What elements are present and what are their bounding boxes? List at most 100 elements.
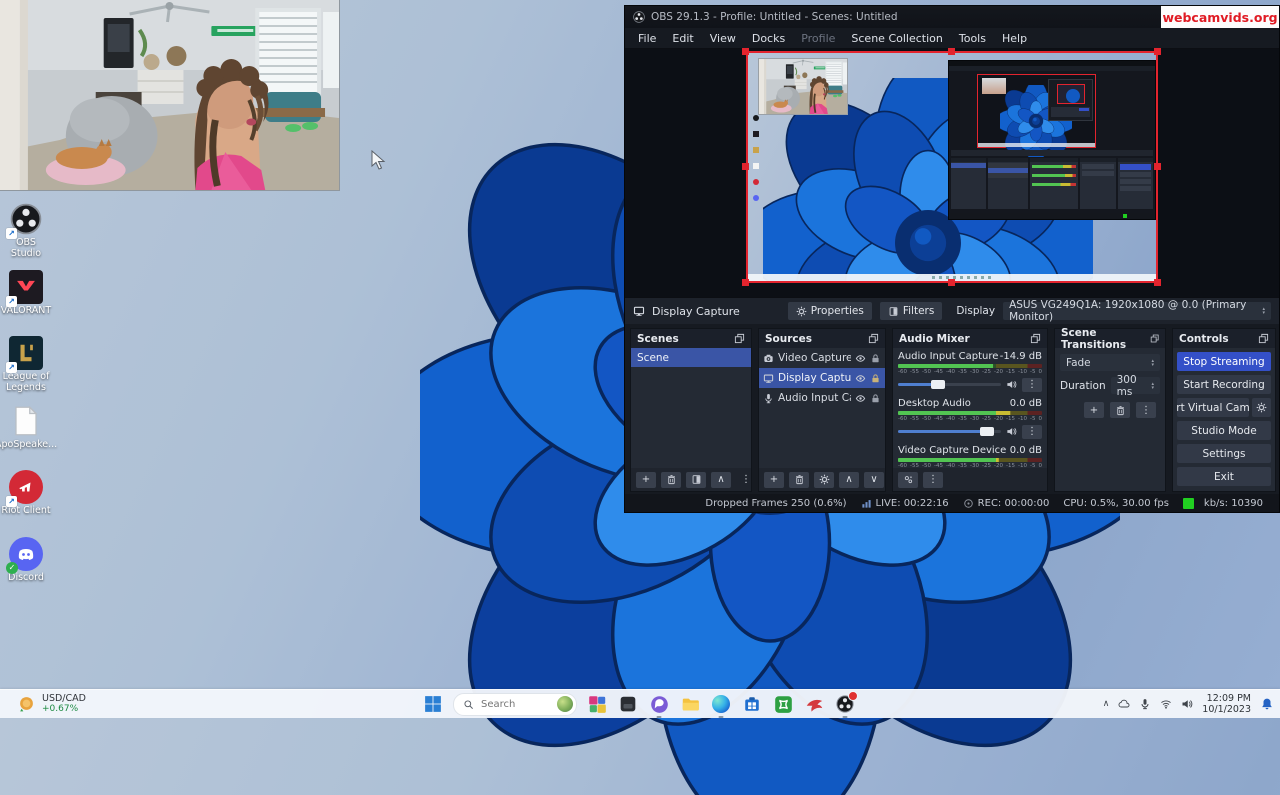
- menu-scene-collection[interactable]: Scene Collection: [844, 30, 949, 47]
- sources-panel-header[interactable]: Sources: [759, 329, 885, 348]
- popout-icon[interactable]: [1258, 333, 1269, 344]
- transform-handle-top-right[interactable]: [1154, 48, 1161, 55]
- transform-handle-bottom-center[interactable]: [948, 279, 955, 286]
- taskbar-app-red-game[interactable]: [803, 693, 825, 715]
- filters-button[interactable]: Filters: [880, 302, 942, 320]
- transform-handle-mid-right[interactable]: [1154, 163, 1161, 170]
- settings-button[interactable]: Settings: [1177, 444, 1271, 463]
- remove-source-button[interactable]: [789, 472, 809, 488]
- source-row-video-capture[interactable]: Video Capture D: [759, 348, 885, 368]
- transition-more-button[interactable]: ⋮: [1136, 402, 1156, 418]
- scene-filters-button[interactable]: [686, 472, 706, 488]
- taskbar-app-xbox[interactable]: [772, 693, 794, 715]
- mixer-more-button[interactable]: ⋮: [923, 472, 943, 488]
- add-scene-button[interactable]: +: [636, 472, 656, 488]
- taskbar-clock[interactable]: 12:09 PM 10/1/2023: [1202, 693, 1251, 716]
- menu-edit[interactable]: Edit: [665, 30, 700, 47]
- sync-check-badge: ✓: [6, 562, 18, 574]
- popout-icon[interactable]: [1150, 333, 1159, 344]
- search-box[interactable]: [453, 693, 577, 716]
- desktop-icon-discord[interactable]: ✓ Discord: [0, 537, 52, 584]
- menu-tools[interactable]: Tools: [952, 30, 993, 47]
- exit-button[interactable]: Exit: [1177, 467, 1271, 486]
- desktop-icon-league-of-legends[interactable]: ↗ League of Legends: [0, 336, 52, 394]
- volume-slider[interactable]: [898, 383, 1001, 386]
- move-source-up-button[interactable]: ∧: [839, 472, 859, 488]
- transform-handle-top-left[interactable]: [742, 48, 749, 55]
- studio-mode-button[interactable]: Studio Mode: [1177, 421, 1271, 440]
- display-select[interactable]: ASUS VG249Q1A: 1920x1080 @ 0.0 (Primary …: [1003, 302, 1271, 320]
- eye-icon[interactable]: [855, 373, 866, 384]
- taskbar-app-dark-square[interactable]: [617, 693, 639, 715]
- eye-icon[interactable]: [855, 393, 866, 404]
- move-scene-up-button[interactable]: ∧: [711, 472, 731, 488]
- advanced-audio-button[interactable]: [898, 472, 918, 488]
- desktop-icon-riot-client[interactable]: ↗ Riot Client: [0, 470, 52, 517]
- source-row-audio-input[interactable]: Audio Input Cap: [759, 388, 885, 408]
- add-transition-button[interactable]: +: [1084, 402, 1104, 418]
- menu-profile[interactable]: Profile: [794, 30, 842, 47]
- speaker-icon[interactable]: [1006, 426, 1017, 437]
- audio-mixer-header[interactable]: Audio Mixer: [893, 329, 1047, 348]
- remove-scene-button[interactable]: [661, 472, 681, 488]
- menu-view[interactable]: View: [703, 30, 743, 47]
- volume-slider[interactable]: [898, 430, 1001, 433]
- eye-icon[interactable]: [855, 353, 866, 364]
- controls-header[interactable]: Controls: [1173, 329, 1275, 348]
- transform-handle-mid-left[interactable]: [742, 163, 749, 170]
- taskbar-app-league-pbe[interactable]: [586, 693, 608, 715]
- taskbar-app-edge[interactable]: [710, 693, 732, 715]
- move-source-down-button[interactable]: ∨: [864, 472, 884, 488]
- taskbar-app-file-explorer[interactable]: [679, 693, 701, 715]
- menu-file[interactable]: File: [631, 30, 663, 47]
- lock-icon[interactable]: [870, 373, 881, 384]
- tray-overflow-chevron[interactable]: ∧: [1103, 699, 1110, 709]
- obs-title-bar[interactable]: OBS 29.1.3 - Profile: Untitled - Scenes:…: [625, 6, 1279, 28]
- channel-more-button[interactable]: ⋮: [1022, 378, 1042, 392]
- remove-transition-button[interactable]: [1110, 402, 1130, 418]
- source-properties-button[interactable]: [814, 472, 834, 488]
- scene-list-item[interactable]: Scene: [631, 348, 751, 367]
- menu-help[interactable]: Help: [995, 30, 1034, 47]
- taskbar-app-obs[interactable]: [834, 693, 856, 715]
- stop-streaming-button[interactable]: Stop Streaming: [1177, 352, 1271, 371]
- duration-spinner[interactable]: 300 ms ▴▾: [1111, 377, 1160, 394]
- search-input[interactable]: [479, 698, 541, 711]
- transform-handle-top-center[interactable]: [948, 48, 955, 55]
- start-virtual-camera-button[interactable]: art Virtual Came: [1177, 398, 1249, 417]
- start-button[interactable]: [422, 693, 444, 715]
- desktop-icon-valorant[interactable]: ↗ VALORANT: [0, 270, 52, 317]
- lock-icon[interactable]: [870, 353, 881, 364]
- transform-handle-bottom-left[interactable]: [742, 279, 749, 286]
- notification-bell-icon[interactable]: [1260, 697, 1274, 711]
- onedrive-cloud-icon[interactable]: [1118, 698, 1130, 710]
- speaker-icon[interactable]: [1006, 379, 1017, 390]
- scenes-more-button[interactable]: ⋮: [736, 472, 756, 488]
- channel-more-button[interactable]: ⋮: [1022, 425, 1042, 439]
- popout-icon[interactable]: [734, 333, 745, 344]
- wifi-icon[interactable]: [1160, 698, 1172, 710]
- transition-select[interactable]: Fade ▴▾: [1060, 354, 1160, 371]
- scene-transitions-header[interactable]: Scene Transitions: [1055, 329, 1165, 348]
- scenes-panel-header[interactable]: Scenes: [631, 329, 751, 348]
- preview-canvas-source[interactable]: [746, 51, 1158, 283]
- microphone-tray-icon[interactable]: [1139, 698, 1151, 710]
- transform-handle-bottom-right[interactable]: [1154, 279, 1161, 286]
- volume-icon[interactable]: [1181, 698, 1193, 710]
- desktop-icon-obs-studio[interactable]: ↗ OBS Studio: [0, 202, 52, 260]
- lock-icon[interactable]: [870, 393, 881, 404]
- system-tray: ∧ 12:09 PM 10/1/2023: [1103, 690, 1274, 718]
- mouse-cursor: [371, 150, 387, 172]
- virtual-camera-config-button[interactable]: [1252, 398, 1271, 417]
- add-source-button[interactable]: +: [764, 472, 784, 488]
- menu-docks[interactable]: Docks: [745, 30, 792, 47]
- popout-icon[interactable]: [868, 333, 879, 344]
- desktop-icon-apospeake[interactable]: ApoSpeake...: [0, 404, 52, 451]
- source-row-display-capture[interactable]: Display Capture: [759, 368, 885, 388]
- taskbar-app-chat[interactable]: [648, 693, 670, 715]
- properties-button[interactable]: Properties: [788, 302, 872, 320]
- popout-icon[interactable]: [1030, 333, 1041, 344]
- start-recording-button[interactable]: Start Recording: [1177, 375, 1271, 394]
- widgets-button[interactable]: USD/CAD +0.67%: [12, 690, 92, 718]
- taskbar-app-store[interactable]: [741, 693, 763, 715]
